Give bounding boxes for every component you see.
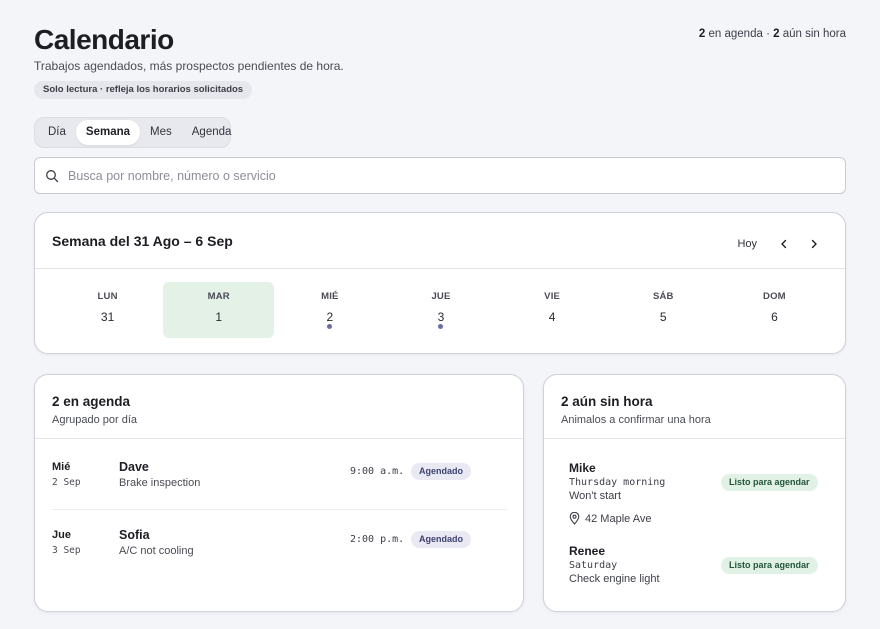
search-icon [45, 169, 59, 183]
today-button[interactable]: Hoy [731, 236, 763, 252]
appointment-customer: Sofia [119, 528, 150, 542]
day-number: 1 [215, 310, 223, 324]
day-name: MIÉ [321, 291, 339, 302]
day-tue[interactable]: MAR 1 [163, 282, 275, 338]
previous-week-button[interactable] [775, 235, 793, 253]
unscheduled-text: aún sin hora [779, 28, 846, 40]
appointment-day: Mié [52, 461, 71, 473]
search-input[interactable] [68, 168, 808, 183]
appointment-service: Brake inspection [119, 477, 201, 489]
event-indicator-dot [438, 324, 444, 329]
day-sat[interactable]: SÁB 5 [608, 282, 719, 338]
unscheduled-subtitle: Animalos a confirmar una hora [561, 414, 711, 426]
day-wed[interactable]: MIÉ 2 [274, 282, 385, 338]
agenda-card: 2 en agenda Agrupado por día Mié 2 Sep D… [34, 374, 524, 612]
day-name: VIE [544, 291, 561, 302]
unscheduled-divider [544, 438, 845, 439]
week-card-divider [35, 268, 845, 269]
tab-agenda[interactable]: Agenda [182, 120, 242, 145]
event-indicator-dot [327, 324, 333, 329]
location-pin-icon [569, 512, 580, 525]
day-name: JUE [431, 291, 451, 302]
day-number: 31 [100, 310, 115, 324]
page-title: Calendario [34, 24, 174, 55]
lead-address: 42 Maple Ave [569, 512, 834, 525]
row-divider [52, 509, 507, 510]
tab-day[interactable]: Día [38, 120, 76, 145]
tab-week[interactable]: Semana [75, 120, 141, 145]
search-bar [34, 157, 846, 194]
appointment-row[interactable]: Mié 2 Sep Dave Brake inspection 9:00 a.m… [52, 460, 507, 511]
week-days: LUN 31 MAR 1 MIÉ 2 JUE 3 VIE 4 SÁB 5 DOM… [52, 282, 830, 338]
appointment-row[interactable]: Jue 3 Sep Sofia A/C not cooling 2:00 p.m… [52, 528, 507, 579]
page-subtitle: Trabajos agendados, más prospectos pendi… [34, 59, 344, 73]
day-name: LUN [97, 291, 118, 302]
day-number: 2 [326, 310, 334, 324]
lead-service: Check engine light [569, 573, 660, 585]
next-week-button[interactable] [805, 235, 823, 253]
status-badge: Agendado [411, 531, 471, 548]
readonly-badge: Solo lectura · refleja los horarios soli… [34, 81, 253, 99]
appointment-day: Jue [52, 529, 71, 541]
tab-month[interactable]: Mes [140, 120, 182, 145]
ready-badge: Listo para agendar [721, 474, 818, 491]
appointment-time: 9:00 a.m. [350, 466, 405, 477]
day-sun[interactable]: DOM 6 [719, 282, 830, 338]
day-mon[interactable]: LUN 31 [52, 282, 163, 338]
day-number: 3 [437, 310, 445, 324]
agenda-subtitle: Agrupado por día [52, 414, 138, 426]
appointment-time: 2:00 p.m. [350, 534, 405, 545]
week-title: Semana del 31 Ago – 6 Sep [52, 233, 233, 249]
day-number: 6 [771, 310, 778, 324]
lead-item[interactable]: Mike Thursday morning Won't start 42 Map… [569, 461, 834, 525]
lead-item[interactable]: Renee Saturday Check engine light Listo … [569, 544, 834, 585]
lead-name: Mike [569, 461, 596, 475]
day-name: SÁB [652, 291, 674, 302]
day-number: 5 [659, 310, 667, 324]
lead-name: Renee [569, 544, 606, 558]
appointment-date: 3 Sep [52, 545, 81, 556]
day-fri[interactable]: VIE 4 [497, 282, 608, 338]
unscheduled-card: 2 aún sin hora Animalos a confirmar una … [543, 374, 846, 612]
lead-address-text: 42 Maple Ave [585, 512, 652, 525]
appointment-date: 2 Sep [52, 477, 81, 488]
agenda-divider [35, 438, 523, 439]
summary-counts: 2 en agenda · 2 aún sin hora [699, 28, 846, 40]
day-thu[interactable]: JUE 3 [385, 282, 496, 338]
day-number: 4 [548, 310, 556, 324]
lead-service: Won't start [569, 490, 622, 502]
agenda-title: 2 en agenda [52, 394, 131, 409]
ready-badge: Listo para agendar [721, 557, 818, 574]
week-card: Semana del 31 Ago – 6 Sep Hoy LUN 31 MAR… [34, 212, 846, 354]
status-badge: Agendado [411, 463, 471, 480]
week-navigation: Hoy [731, 235, 823, 253]
appointment-service: A/C not cooling [119, 545, 194, 557]
appointment-customer: Dave [119, 460, 149, 474]
chevron-left-icon [781, 239, 787, 249]
chevron-right-icon [811, 239, 817, 249]
day-name: DOM [763, 291, 786, 302]
unscheduled-title: 2 aún sin hora [561, 394, 653, 409]
view-tabs: Día Semana Mes Agenda [34, 117, 231, 148]
scheduled-text: en agenda · [705, 28, 774, 40]
day-name: MAR [207, 291, 230, 302]
